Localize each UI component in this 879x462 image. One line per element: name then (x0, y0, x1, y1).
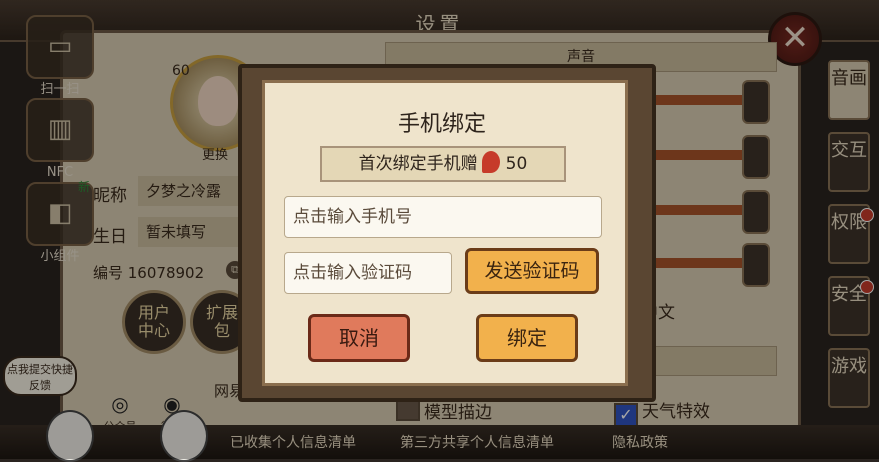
dialog-title: 手机绑定 (397, 112, 486, 137)
send-code-button[interactable]: 发送验证码 (465, 248, 599, 294)
gem-icon (481, 151, 500, 173)
bonus-text: 首次绑定手机赠 (358, 154, 478, 174)
bind-button[interactable]: 绑定 (476, 314, 578, 362)
cancel-button[interactable]: 取消 (308, 314, 410, 362)
phone-input[interactable]: 点击输入手机号 (284, 196, 602, 238)
bonus-banner: 首次绑定手机赠 50 (320, 146, 566, 182)
bonus-amount: 50 (505, 154, 528, 174)
verification-code-input[interactable]: 点击输入验证码 (284, 252, 452, 294)
